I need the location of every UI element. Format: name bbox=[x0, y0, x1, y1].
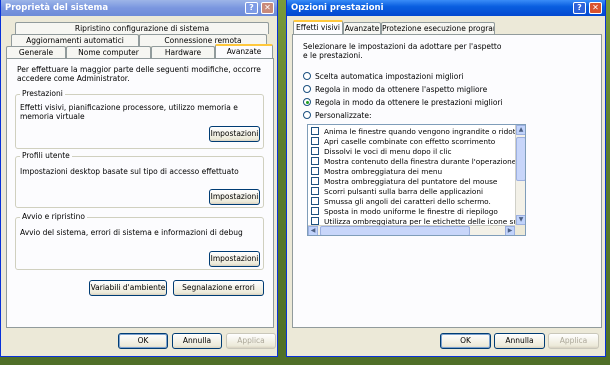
profiles-settings-button[interactable]: Impostazioni bbox=[209, 189, 260, 205]
error-reporting-button[interactable]: Segnalazione errori bbox=[173, 280, 264, 296]
startup-settings-button[interactable]: Impostazioni bbox=[209, 251, 260, 267]
performance-options-titlebar[interactable]: Opzioni prestazioni ? ✕ bbox=[287, 0, 605, 16]
visual-effects-panel: Selezionare le impostazioni da adottare … bbox=[292, 34, 602, 328]
checkbox[interactable] bbox=[311, 207, 319, 215]
radio-label: Regola in modo da ottenere l'aspetto mig… bbox=[315, 85, 488, 94]
checkbox[interactable] bbox=[311, 137, 319, 145]
checkbox[interactable] bbox=[311, 167, 319, 175]
list-item[interactable]: Anima le finestre quando vengono ingrand… bbox=[311, 127, 525, 137]
list-item[interactable]: Mostra contenuto della finestra durante … bbox=[311, 157, 525, 167]
apply-button: Applica bbox=[548, 333, 599, 349]
scroll-thumb[interactable] bbox=[516, 137, 525, 181]
scroll-up-icon[interactable]: ▲ bbox=[516, 125, 525, 135]
group-description: Avvio del sistema, errori di sistema e i… bbox=[20, 228, 243, 237]
scroll-left-icon[interactable]: ◀ bbox=[308, 226, 318, 235]
group-title: Prestazioni bbox=[20, 89, 65, 98]
vertical-scrollbar[interactable]: ▲ ▼ bbox=[515, 125, 525, 225]
group-title: Profili utente bbox=[20, 151, 72, 160]
tab-avanzate[interactable]: Avanzate bbox=[343, 22, 381, 34]
checkbox[interactable] bbox=[311, 157, 319, 165]
radio-label: Scelta automatica impostazioni migliori bbox=[315, 72, 464, 81]
advanced-tab-panel: Per effettuare la maggior parte delle se… bbox=[6, 58, 274, 328]
list-item[interactable]: Scorri pulsanti sulla barra delle applic… bbox=[311, 187, 483, 197]
tab-generale[interactable]: Generale bbox=[6, 46, 66, 58]
checkbox[interactable] bbox=[311, 177, 319, 185]
checkbox[interactable] bbox=[311, 147, 319, 155]
scroll-right-icon[interactable]: ▶ bbox=[505, 226, 515, 235]
group-description: Impostazioni desktop basate sul tipo di … bbox=[20, 167, 239, 176]
environment-variables-button[interactable]: Variabili d'ambiente bbox=[89, 280, 167, 296]
cancel-button[interactable]: Annulla bbox=[494, 333, 545, 349]
performance-group: Prestazioni Effetti visivi, pianificazio… bbox=[15, 89, 264, 149]
list-item[interactable]: Sposta in modo uniforme le finestre di r… bbox=[311, 207, 498, 217]
group-description: Effetti visivi, pianificazione processor… bbox=[20, 103, 238, 121]
list-item[interactable]: Apri caselle combinate con effetto scorr… bbox=[311, 137, 495, 147]
horizontal-scrollbar[interactable]: ◀ ▶ bbox=[308, 225, 515, 235]
radio-label: Personalizzate: bbox=[315, 111, 372, 120]
tab-avanzate[interactable]: Avanzate bbox=[215, 44, 273, 58]
list-item[interactable]: Mostra ombreggiatura del puntatore del m… bbox=[311, 177, 497, 187]
system-properties-window: Proprietà del sistema ? ✕ Ripristino con… bbox=[0, 0, 278, 357]
checkbox[interactable] bbox=[311, 127, 319, 135]
tab-ripristino[interactable]: Ripristino configurazione di sistema bbox=[15, 22, 269, 34]
window-title: Proprietà del sistema bbox=[5, 3, 109, 13]
checkbox[interactable] bbox=[311, 217, 319, 225]
list-item[interactable]: Dissolvi le voci di menu dopo il clic bbox=[311, 147, 452, 157]
apply-button: Applica bbox=[226, 333, 276, 349]
ok-button[interactable]: OK bbox=[118, 333, 168, 349]
user-profiles-group: Profili utente Impostazioni desktop basa… bbox=[15, 151, 264, 208]
scroll-thumb-horizontal[interactable] bbox=[320, 226, 470, 235]
intro-text: Selezionare le impostazioni da adottare … bbox=[303, 42, 502, 60]
scroll-down-icon[interactable]: ▼ bbox=[516, 215, 525, 225]
radio-best-appearance[interactable] bbox=[303, 85, 311, 93]
group-title: Avvio e ripristino bbox=[20, 212, 87, 221]
radio-best-performance[interactable] bbox=[303, 98, 311, 106]
effects-list[interactable]: Anima le finestre quando vengono ingrand… bbox=[307, 124, 526, 236]
cancel-button[interactable]: Annulla bbox=[172, 333, 222, 349]
system-properties-titlebar[interactable]: Proprietà del sistema ? ✕ bbox=[1, 0, 277, 16]
help-icon[interactable]: ? bbox=[573, 2, 586, 14]
help-icon[interactable]: ? bbox=[245, 2, 258, 14]
tab-hardware[interactable]: Hardware bbox=[151, 46, 215, 58]
checkbox[interactable] bbox=[311, 187, 319, 195]
list-item[interactable]: Mostra ombreggiatura dei menu bbox=[311, 167, 442, 177]
radio-auto[interactable] bbox=[303, 72, 311, 80]
ok-button[interactable]: OK bbox=[440, 333, 491, 349]
performance-settings-button[interactable]: Impostazioni bbox=[209, 126, 260, 142]
close-icon[interactable]: ✕ bbox=[261, 2, 274, 14]
performance-options-window: Opzioni prestazioni ? ✕ Effetti visivi A… bbox=[286, 0, 606, 357]
checkbox[interactable] bbox=[311, 197, 319, 205]
radio-label: Regola in modo da ottenere le prestazion… bbox=[315, 98, 503, 107]
tab-effetti-visivi[interactable]: Effetti visivi bbox=[293, 20, 343, 34]
tab-protezione-esecuzione[interactable]: Protezione esecuzione programmi bbox=[381, 22, 495, 34]
close-icon[interactable]: ✕ bbox=[589, 2, 602, 14]
list-item[interactable]: Smussa gli angoli dei caratteri dello sc… bbox=[311, 197, 491, 207]
tab-aggiornamenti[interactable]: Aggiornamenti automatici bbox=[11, 34, 139, 46]
radio-custom[interactable] bbox=[303, 111, 311, 119]
admin-note: Per effettuare la maggior parte delle se… bbox=[17, 65, 261, 83]
window-title: Opzioni prestazioni bbox=[291, 3, 384, 13]
tab-nome-computer[interactable]: Nome computer bbox=[66, 46, 151, 58]
startup-recovery-group: Avvio e ripristino Avvio del sistema, er… bbox=[15, 212, 264, 270]
scroll-corner bbox=[515, 225, 525, 235]
